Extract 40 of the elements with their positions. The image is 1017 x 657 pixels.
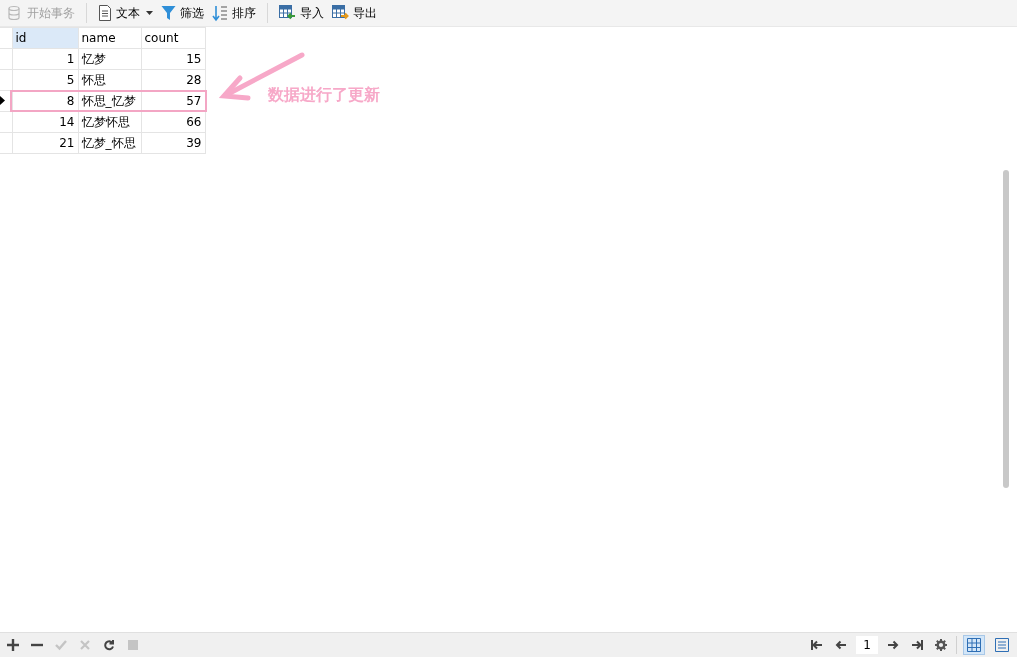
settings-icon xyxy=(935,639,947,651)
filter-button[interactable]: 筛选 xyxy=(158,2,207,24)
table-cell: 39 xyxy=(141,132,205,154)
left-arrow-icon xyxy=(835,640,847,650)
grid-icon xyxy=(967,638,981,652)
column-header[interactable]: count xyxy=(141,27,205,49)
refresh-icon xyxy=(103,639,115,651)
import-button[interactable]: 导入 xyxy=(276,2,327,24)
add-record-button[interactable] xyxy=(4,637,22,653)
settings-button[interactable] xyxy=(932,637,950,653)
table-cell: 1 xyxy=(12,48,78,70)
table-cell: 忆梦_怀思 xyxy=(78,132,141,154)
table-cell: 21 xyxy=(12,132,78,154)
text-view-button[interactable]: 文本 xyxy=(95,2,156,24)
column-header[interactable]: id xyxy=(12,27,78,49)
grid-view-button[interactable] xyxy=(963,635,985,655)
first-page-icon xyxy=(811,640,823,650)
sort-button[interactable]: 排序 xyxy=(209,2,259,24)
list-icon xyxy=(995,638,1009,652)
last-page-icon xyxy=(911,640,923,650)
table-import-icon xyxy=(279,5,296,21)
table-cell: 15 xyxy=(141,48,205,70)
table-cell: 66 xyxy=(141,111,205,133)
export-button[interactable]: 导出 xyxy=(329,2,380,24)
table-cell: 忆梦怀思 xyxy=(78,111,141,133)
plus-icon xyxy=(7,639,19,651)
check-icon xyxy=(55,639,67,651)
close-icon xyxy=(79,639,91,651)
table-export-icon xyxy=(332,5,349,21)
right-arrow-icon xyxy=(887,640,899,650)
square-icon xyxy=(127,639,139,651)
page-number-field[interactable]: 1 xyxy=(856,636,878,654)
table-cell: 14 xyxy=(12,111,78,133)
database-icon xyxy=(7,5,23,21)
table-cell: 忆梦 xyxy=(78,48,141,70)
annotation-text: 数据进行了更新 xyxy=(268,85,380,106)
column-header[interactable]: name xyxy=(78,27,141,49)
sort-icon xyxy=(212,4,228,22)
document-icon xyxy=(98,5,112,21)
filter-icon xyxy=(161,5,176,21)
